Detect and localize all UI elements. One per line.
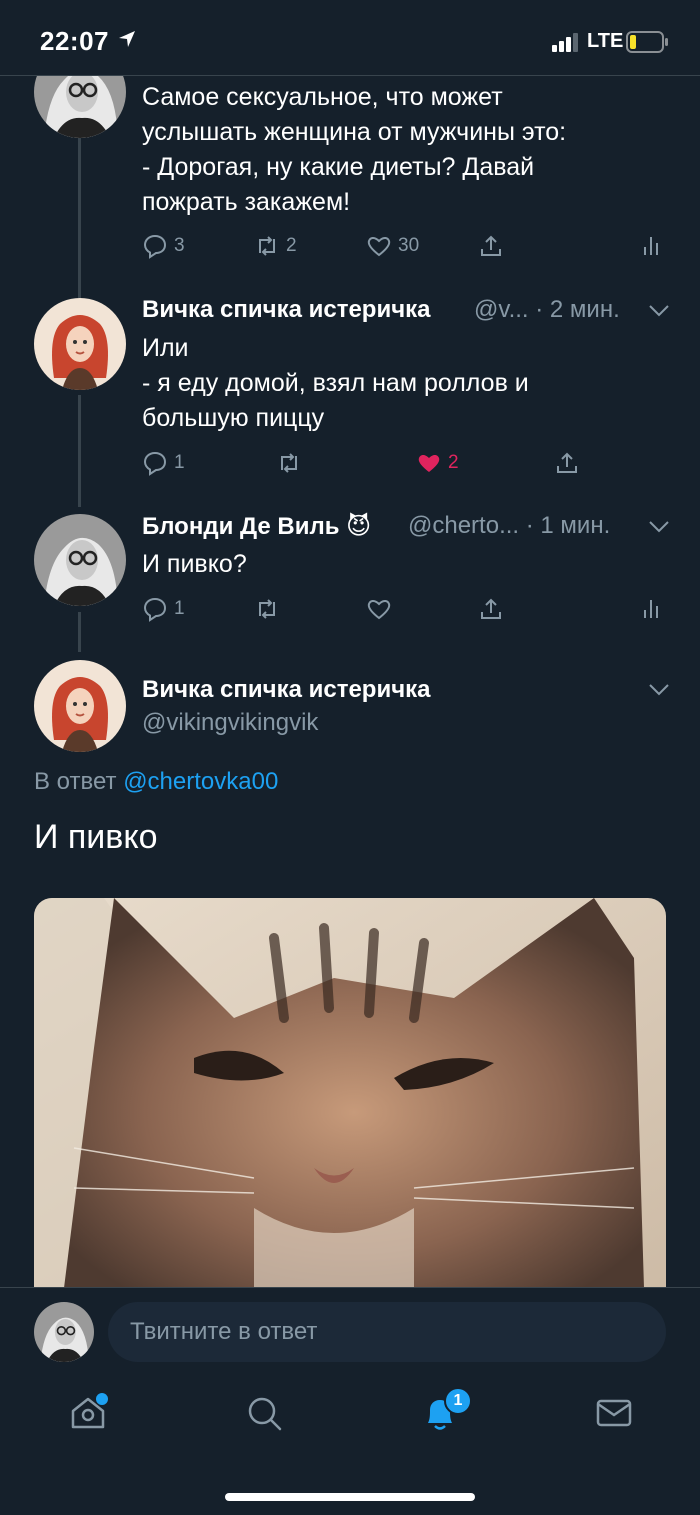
tweet-text: Или - я еду домой, взял нам роллов и бол… [142, 334, 529, 432]
home-indicator [225, 1493, 475, 1501]
like-button[interactable]: 2 [416, 446, 459, 480]
thread-line [78, 138, 81, 298]
tab-home[interactable] [68, 1393, 118, 1443]
tweet-handle-time: @cherto... · 1 мин. [408, 512, 611, 539]
notifications-badge: 1 [444, 1387, 472, 1415]
thread-line [78, 612, 81, 652]
chevron-down-icon[interactable] [648, 520, 670, 534]
tweet-text: И пивко? [142, 550, 247, 578]
chevron-down-icon[interactable] [648, 304, 670, 318]
avatar-blondi[interactable] [34, 514, 126, 606]
tab-messages[interactable] [594, 1393, 644, 1443]
network-type: LTE [587, 30, 624, 52]
share-icon [557, 452, 577, 473]
reply-placeholder: Твитните в ответ [130, 1318, 318, 1345]
mail-icon [596, 1399, 632, 1427]
analytics-button[interactable] [638, 229, 664, 263]
reply-button[interactable]: 1 [142, 592, 185, 626]
tab-search[interactable] [244, 1393, 294, 1443]
tweet-actions: 1 [142, 592, 672, 626]
reply-button[interactable]: 1 [142, 446, 185, 480]
share-button[interactable] [478, 592, 504, 626]
devil-emoji: 😈 [346, 513, 372, 540]
thread-line [78, 395, 81, 507]
retweet-button[interactable] [276, 446, 302, 480]
avatar-vichka[interactable] [34, 298, 126, 390]
analytics-icon [644, 600, 658, 618]
tweet-actions: 1 2 [142, 446, 672, 480]
status-bar: 22:07 LTE [0, 0, 700, 76]
share-icon [481, 598, 501, 619]
tweet-media-image[interactable] [34, 898, 666, 1288]
focused-author-name[interactable]: Вичка спичка истеричка [142, 676, 431, 704]
location-arrow-icon [119, 31, 135, 47]
signal-icon [552, 33, 578, 52]
focused-tweet-text: И пивко [34, 818, 158, 856]
heart-icon [367, 237, 391, 257]
tweet-actions: 3 2 30 [142, 229, 672, 263]
like-button[interactable]: 30 [366, 229, 419, 263]
tweet-handle-time: @v... · 2 мин. [474, 296, 620, 323]
analytics-button[interactable] [638, 592, 664, 626]
retweet-icon [281, 453, 297, 473]
reply-input[interactable]: Твитните в ответ [108, 1302, 666, 1362]
tweet-author-name[interactable]: Блонди Де Виль 😈 [142, 512, 371, 541]
tab-bar: 1 [0, 1375, 700, 1515]
tweet-author-name[interactable]: Вичка спичка истеричка [142, 296, 431, 324]
share-button[interactable] [554, 446, 580, 480]
heart-filled-icon [418, 454, 440, 472]
search-icon [248, 1397, 282, 1431]
share-icon [481, 235, 501, 256]
avatar-vichka[interactable] [34, 660, 126, 752]
reply-icon [143, 451, 167, 476]
focused-author-handle[interactable]: @vikingvikingvik [142, 709, 318, 737]
retweet-icon [259, 599, 275, 619]
tweet-text: Самое сексуальное, что может услышать же… [142, 83, 567, 216]
reply-icon [143, 597, 167, 622]
reply-icon [143, 234, 167, 259]
reply-button[interactable]: 3 [142, 229, 185, 263]
chevron-down-icon[interactable] [648, 683, 670, 697]
like-button[interactable] [366, 592, 392, 626]
retweet-button[interactable] [254, 592, 280, 626]
own-avatar[interactable] [34, 1302, 94, 1362]
share-button[interactable] [478, 229, 504, 263]
tab-notifications[interactable]: 1 [420, 1387, 472, 1443]
reply-to-line: В ответ @chertovka00 [34, 768, 279, 795]
reply-to-mention[interactable]: @chertovka00 [123, 768, 278, 795]
reply-bar: Твитните в ответ [0, 1287, 700, 1375]
heart-icon [367, 600, 391, 620]
battery-icon [626, 31, 668, 53]
retweet-icon [259, 236, 275, 256]
retweet-button[interactable]: 2 [254, 229, 297, 263]
home-badge-dot [96, 1393, 108, 1405]
status-time: 22:07 [40, 26, 109, 56]
analytics-icon [644, 237, 658, 255]
